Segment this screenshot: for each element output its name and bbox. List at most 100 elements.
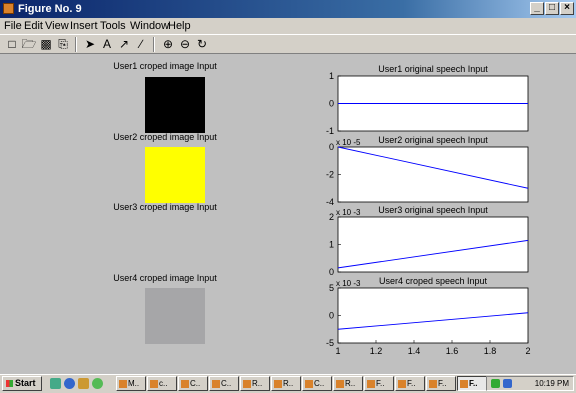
menu-bar: File Edit View Insert Tools Window Help xyxy=(0,18,576,34)
matlab-app-icon xyxy=(460,379,468,388)
menu-window[interactable]: Window xyxy=(130,20,169,32)
select-arrow-icon[interactable]: ➤ xyxy=(82,37,98,52)
open-file-icon[interactable]: 🗁 xyxy=(21,37,37,52)
taskbar-task-button[interactable]: C.. xyxy=(302,376,332,391)
figure-canvas: User1 croped image Input User2 croped im… xyxy=(0,54,576,374)
tray-shield-icon[interactable] xyxy=(503,379,512,388)
taskbar-task-button[interactable]: R.. xyxy=(271,376,301,391)
menu-insert[interactable]: Insert xyxy=(70,20,98,32)
insert-line-icon[interactable]: ∕ xyxy=(133,37,149,52)
matlab-app-icon xyxy=(243,379,251,388)
taskbar-task-label: C.. xyxy=(314,379,325,388)
y-tick-label: 0 xyxy=(329,142,334,152)
matlab-app-icon xyxy=(429,379,437,388)
close-button[interactable]: × xyxy=(560,2,574,15)
menu-tools[interactable]: Tools xyxy=(100,20,126,32)
taskbar-task-label: C.. xyxy=(221,379,232,388)
windows-logo-icon xyxy=(6,380,13,388)
y-tick-label: 1 xyxy=(329,71,334,81)
matlab-figure-icon xyxy=(3,3,14,14)
toolbar: □ 🗁 ▩ ⎘ ➤ A ↗ ∕ ⊕ ⊖ ↻ xyxy=(0,34,576,54)
matlab-app-icon xyxy=(367,379,375,388)
menu-file[interactable]: File xyxy=(4,20,22,32)
media-icon[interactable] xyxy=(92,378,103,389)
taskbar-task-button[interactable]: R.. xyxy=(333,376,363,391)
toolbar-separator xyxy=(153,37,155,52)
tray-icon[interactable] xyxy=(491,379,500,388)
taskbar-task-button[interactable]: C.. xyxy=(209,376,239,391)
taskbar-task-button[interactable]: M.. xyxy=(116,376,146,391)
matlab-app-icon xyxy=(212,379,220,388)
taskbar-task-label: R.. xyxy=(252,379,263,388)
y-tick-label: 5 xyxy=(329,283,334,293)
x-tick-label: 1.8 xyxy=(484,346,497,356)
matlab-app-icon xyxy=(274,379,282,388)
y-tick-label: 0 xyxy=(329,99,334,109)
matlab-app-icon xyxy=(398,379,406,388)
matlab-app-icon xyxy=(336,379,344,388)
zoom-in-icon[interactable]: ⊕ xyxy=(160,37,176,52)
taskbar-task-label: R.. xyxy=(345,379,356,388)
taskbar-task-label: F.. xyxy=(376,379,385,388)
window-titlebar: Figure No. 9 _ □ × xyxy=(0,0,576,18)
zoom-out-icon[interactable]: ⊖ xyxy=(177,37,193,52)
menu-help[interactable]: Help xyxy=(168,20,191,32)
insert-arrow-icon[interactable]: ↗ xyxy=(116,37,132,52)
y-tick-label: -5 xyxy=(326,338,334,348)
minimize-button[interactable]: _ xyxy=(530,2,544,15)
taskbar-task-button[interactable]: c.. xyxy=(147,376,177,391)
taskbar-task-label: C.. xyxy=(190,379,201,388)
internet-explorer-icon[interactable] xyxy=(64,378,75,389)
y-tick-label: 0 xyxy=(329,311,334,321)
taskbar-task-label: F.. xyxy=(469,379,478,388)
y-tick-label: -4 xyxy=(326,197,334,207)
matlab-app-icon xyxy=(305,379,313,388)
menu-view[interactable]: View xyxy=(45,20,69,32)
desktop-icon[interactable] xyxy=(50,378,61,389)
x-tick-label: 1 xyxy=(335,346,340,356)
y-exponent-label: x 10 -5 xyxy=(336,138,361,147)
matlab-app-icon xyxy=(181,379,189,388)
menu-edit[interactable]: Edit xyxy=(24,20,43,32)
taskbar-task-button[interactable]: F.. xyxy=(364,376,394,391)
y-exponent-label: x 10 -3 xyxy=(336,279,361,288)
y-exponent-label: x 10 -3 xyxy=(336,208,361,217)
y-tick-label: -2 xyxy=(326,170,334,180)
system-tray: 10:19 PM xyxy=(486,376,574,391)
taskbar-task-button[interactable]: R.. xyxy=(240,376,270,391)
matlab-app-icon xyxy=(119,379,127,388)
plot-title: User4 croped speech Input xyxy=(379,276,488,286)
y-tick-label: 2 xyxy=(329,212,334,222)
insert-text-icon[interactable]: A xyxy=(99,37,115,52)
plot-title: User2 original speech Input xyxy=(378,135,488,145)
taskbar-task-button[interactable]: C.. xyxy=(178,376,208,391)
taskbar-task-label: F.. xyxy=(407,379,416,388)
new-figure-icon[interactable]: □ xyxy=(4,37,20,52)
clock: 10:19 PM xyxy=(534,379,569,388)
outlook-icon[interactable] xyxy=(78,378,89,389)
start-label: Start xyxy=(15,378,36,388)
plot-title: User1 original speech Input xyxy=(378,64,488,74)
rotate-3d-icon[interactable]: ↻ xyxy=(194,37,210,52)
matlab-app-icon xyxy=(150,379,158,388)
taskbar-task-label: M.. xyxy=(128,379,140,388)
x-tick-label: 2 xyxy=(525,346,530,356)
plot-title: User3 original speech Input xyxy=(378,205,488,215)
x-tick-label: 1.4 xyxy=(408,346,421,356)
window-title: Figure No. 9 xyxy=(18,3,82,15)
print-icon[interactable]: ⎘ xyxy=(55,37,71,52)
toolbar-separator xyxy=(75,37,77,52)
maximize-button[interactable]: □ xyxy=(545,2,559,15)
y-tick-label: -1 xyxy=(326,126,334,136)
y-tick-label: 0 xyxy=(329,267,334,277)
x-tick-label: 1.2 xyxy=(370,346,383,356)
speech-plots: 10-1User1 original speech Input0-2-4x 10… xyxy=(326,64,531,356)
taskbar-task-button[interactable]: F.. xyxy=(426,376,456,391)
start-button[interactable]: Start xyxy=(2,376,42,391)
save-icon[interactable]: ▩ xyxy=(38,37,54,52)
taskbar-task-button[interactable]: F.. xyxy=(395,376,425,391)
taskbar: Start M.. c.. C.. C.. R.. R.. C.. R.. F.. F.. F.. F… xyxy=(0,374,576,393)
taskbar-task-button[interactable]: F.. xyxy=(457,376,487,391)
taskbar-task-label: R.. xyxy=(283,379,294,388)
taskbar-task-label: c.. xyxy=(159,379,168,388)
